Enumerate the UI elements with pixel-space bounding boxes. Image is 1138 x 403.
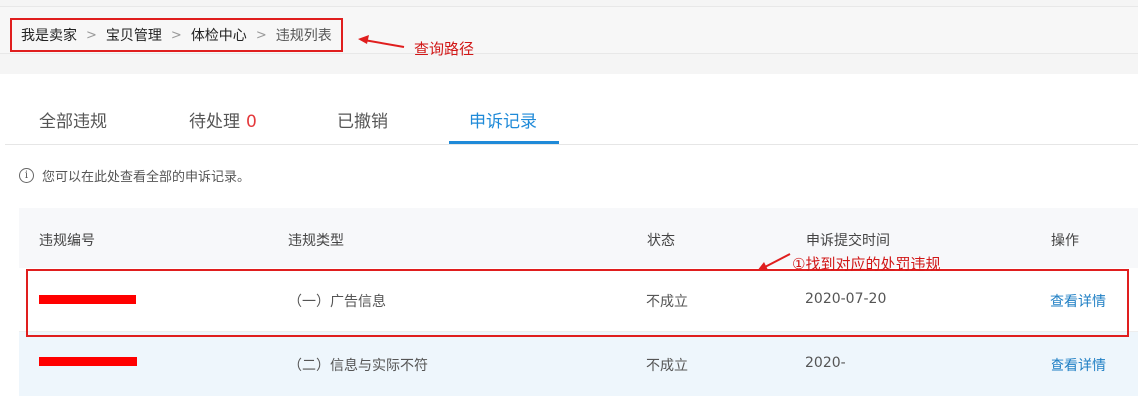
tab-label: 申诉记录 [469, 112, 537, 132]
submit-time: 2020- [805, 355, 846, 371]
breadcrumb-item-violations: 违规列表 [275, 28, 332, 44]
info-icon: i [19, 168, 34, 183]
notice: i 您可以在此处查看全部的申诉记录。 [19, 166, 250, 185]
highlight-box-row [26, 269, 1129, 337]
annotation-find-penalty: ①找到对应的处罚违规 [792, 255, 941, 273]
breadcrumb-item-goods[interactable]: 宝贝管理 [106, 25, 162, 45]
breadcrumb-item-seller[interactable]: 我是卖家 [21, 25, 77, 45]
pending-count-badge: 0 [246, 112, 257, 132]
tab-appeal-records[interactable]: 申诉记录 [469, 107, 537, 132]
violation-type: （二）信息与实际不符 [288, 358, 428, 374]
tab-pending[interactable]: 待处理 0 [189, 107, 257, 132]
tab-revoked[interactable]: 已撤销 [337, 107, 388, 132]
column-header-violation-type: 违规类型 [288, 233, 344, 249]
breadcrumb-bar: 我是卖家 > 宝贝管理 > 体检中心 > 违规列表 [0, 6, 1138, 54]
breadcrumb-separator: > [86, 27, 97, 43]
tab-label: 全部违规 [39, 112, 107, 132]
breadcrumb-item-checkup[interactable]: 体检中心 [191, 25, 247, 45]
active-tab-indicator [449, 141, 559, 144]
tab-label: 待处理 [189, 112, 240, 132]
tab-bar: 全部违规 待处理 0 已撤销 申诉记录 [5, 95, 1138, 145]
column-header-status: 状态 [647, 233, 675, 249]
redacted-violation-id [39, 357, 137, 366]
watermark-overlay [842, 352, 1052, 378]
status: 不成立 [646, 358, 688, 374]
tab-all-violations[interactable]: 全部违规 [39, 107, 107, 132]
column-header-action: 操作 [1051, 233, 1079, 249]
breadcrumb-separator: > [255, 27, 267, 43]
notice-text: 您可以在此处查看全部的申诉记录。 [42, 170, 251, 185]
tab-label: 已撤销 [337, 112, 388, 132]
breadcrumb-separator: > [170, 27, 182, 43]
column-header-violation-id: 违规编号 [39, 233, 95, 249]
annotation-query-path: 查询路径 [414, 40, 475, 58]
breadcrumb: 我是卖家 > 宝贝管理 > 体检中心 > 违规列表 [10, 18, 343, 52]
view-details-link[interactable]: 查看详情 [1050, 355, 1106, 375]
column-header-submit-time: 申诉提交时间 [806, 233, 890, 249]
table-header: 违规编号 违规类型 状态 申诉提交时间 操作 [19, 208, 1138, 268]
